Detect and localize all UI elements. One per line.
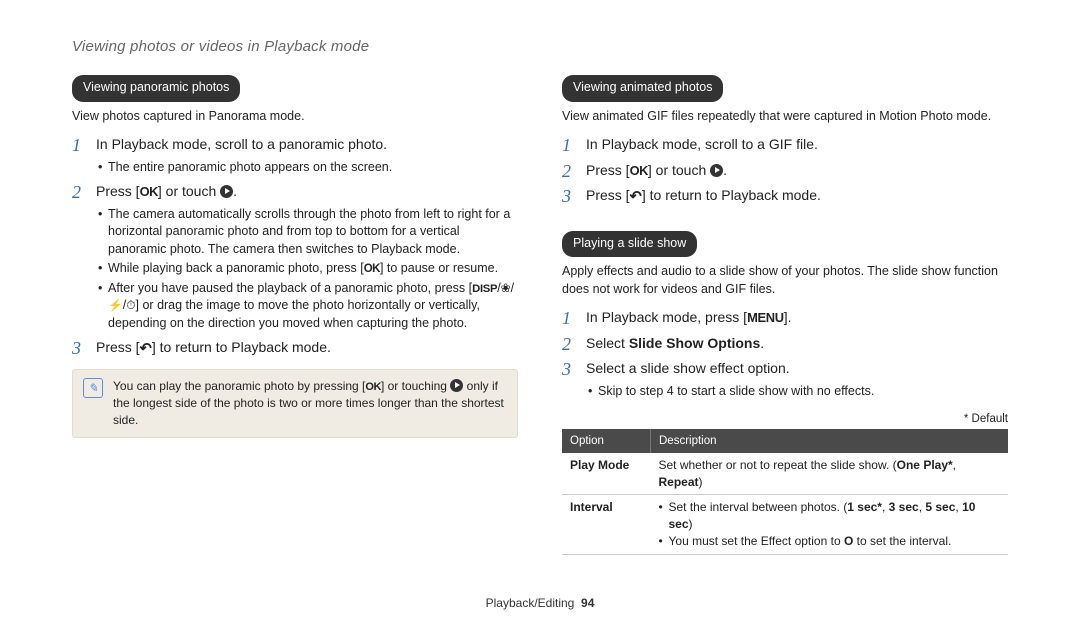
page-footer: Playback/Editing 94	[0, 595, 1080, 612]
ok-icon: OK	[364, 263, 380, 275]
option-desc: Set whether or not to repeat the slide s…	[651, 453, 1009, 495]
play-icon	[450, 379, 463, 392]
lead-text: View photos captured in Panorama mode.	[72, 108, 518, 126]
section-heading-slideshow: Playing a slide show	[562, 231, 697, 258]
lead-text: Apply effects and audio to a slide show …	[562, 263, 1008, 298]
menu-icon: MENU	[747, 310, 784, 325]
substep: After you have paused the playback of a …	[96, 280, 518, 333]
lead-text: View animated GIF files repeatedly that …	[562, 108, 1008, 126]
back-icon: ↶	[140, 339, 152, 360]
breadcrumb: Viewing photos or videos in Playback mod…	[72, 38, 369, 55]
step-text: In Playback mode, scroll to a GIF file.	[586, 136, 818, 152]
step-text: In Playback mode, scroll to a panoramic …	[96, 136, 387, 152]
step-text: Select a slide show effect option.	[586, 360, 790, 376]
right-column: Viewing animated photos View animated GI…	[562, 75, 1008, 555]
table-row: Interval Set the interval between photos…	[562, 495, 1008, 554]
step-text: Press [OK] or touch .	[96, 183, 237, 199]
flash-icon: ⚡	[108, 298, 123, 312]
substep: The entire panoramic photo appears on th…	[96, 159, 518, 177]
option-desc: Set the interval between photos. (1 sec*…	[651, 495, 1009, 554]
steps-panoramic: In Playback mode, scroll to a panoramic …	[72, 135, 518, 359]
ok-icon: OK	[630, 163, 648, 178]
note-icon: ✎	[83, 378, 103, 398]
note-text: You can play the panoramic photo by pres…	[113, 378, 507, 429]
ok-icon: OK	[365, 381, 381, 393]
substep: The camera automatically scrolls through…	[96, 206, 518, 259]
note-box: ✎ You can play the panoramic photo by pr…	[72, 369, 518, 438]
macro-icon: ❀	[501, 281, 511, 295]
option-name: Interval	[562, 495, 651, 554]
play-icon	[710, 164, 723, 177]
options-table: Option Description Play Mode Set whether…	[562, 429, 1008, 555]
step-text: Press [↶] to return to Playback mode.	[96, 339, 331, 355]
substep: While playing back a panoramic photo, pr…	[96, 260, 518, 278]
table-header-option: Option	[562, 429, 651, 453]
section-heading-animated: Viewing animated photos	[562, 75, 723, 102]
table-header-description: Description	[651, 429, 1009, 453]
page-number: 94	[581, 596, 594, 610]
left-column: Viewing panoramic photos View photos cap…	[72, 75, 518, 555]
ok-icon: OK	[140, 184, 158, 199]
step-text: Press [OK] or touch .	[586, 162, 727, 178]
step-text: In Playback mode, press [MENU].	[586, 309, 792, 325]
timer-icon: ⏱	[126, 298, 135, 312]
table-row: Play Mode Set whether or not to repeat t…	[562, 453, 1008, 495]
disp-icon: DISP	[472, 283, 497, 295]
step-text: Press [↶] to return to Playback mode.	[586, 187, 821, 203]
steps-animated: In Playback mode, scroll to a GIF file. …	[562, 135, 1008, 207]
back-icon: ↶	[630, 187, 642, 208]
default-note: * Default	[562, 411, 1008, 427]
option-name: Play Mode	[562, 453, 651, 495]
steps-slideshow: In Playback mode, press [MENU]. Select S…	[562, 308, 1008, 400]
substep: Skip to step 4 to start a slide show wit…	[586, 383, 1008, 401]
section-heading-panoramic: Viewing panoramic photos	[72, 75, 240, 102]
play-icon	[220, 185, 233, 198]
step-text: Select Slide Show Options.	[586, 335, 764, 351]
